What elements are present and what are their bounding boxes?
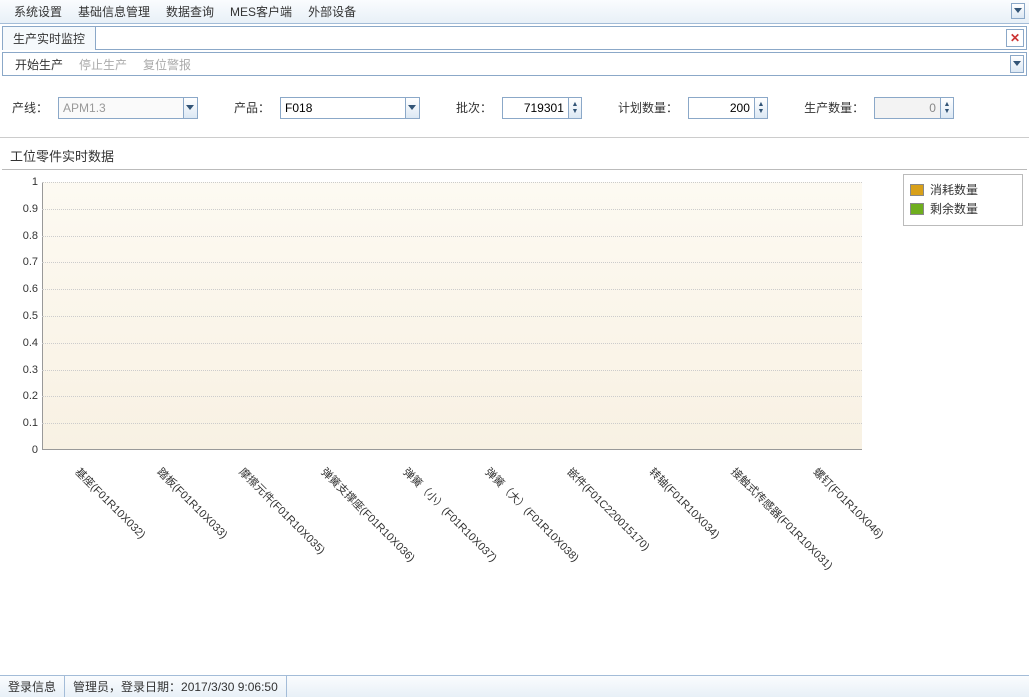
chart-title: 工位零件实时数据 — [2, 142, 1027, 170]
line-label: 产线： — [12, 99, 48, 116]
y-tick-label: 0 — [6, 444, 38, 456]
tab-close-button[interactable]: ✕ — [1006, 29, 1024, 47]
tab-bar: 生产实时监控 ✕ — [2, 26, 1027, 50]
y-tick-label: 0.4 — [6, 337, 38, 349]
y-tick-label: 0.5 — [6, 310, 38, 322]
stop-production-button: 停止生产 — [73, 54, 133, 75]
menubar: 系统设置 基础信息管理 数据查询 MES客户端 外部设备 — [0, 0, 1029, 24]
menu-mes[interactable]: MES客户端 — [222, 0, 300, 23]
swatch-icon — [910, 203, 924, 215]
plan-qty-label: 计划数量： — [618, 99, 678, 116]
status-bar: 登录信息 管理员，登录日期：2017/3/30 9:06:50 — [0, 675, 1029, 697]
reset-alarm-button: 复位警报 — [137, 54, 197, 75]
line-input — [59, 98, 183, 118]
y-tick-label: 0.3 — [6, 364, 38, 376]
legend-remaining-label: 剩余数量 — [930, 200, 978, 217]
spinner-icon[interactable]: ▲▼ — [754, 98, 767, 118]
filter-bar: 产线： 产品： 批次： ▲▼ 计划数量： ▲▼ 生产数量： ▲▼ — [0, 78, 1029, 138]
x-tick-label: 踏板(F01R10X033) — [154, 464, 232, 542]
toolbar-overflow-button[interactable] — [1010, 55, 1024, 73]
chart-panel: 工位零件实时数据 0 0.1 0.2 0.3 0.4 0.5 0.6 0.7 0.8 0.9 1 基… — [2, 142, 1027, 604]
menu-baseinfo[interactable]: 基础信息管理 — [70, 0, 158, 23]
legend-consumed: 消耗数量 — [910, 181, 1016, 198]
x-tick-label: 基座(F01R10X032) — [72, 464, 150, 542]
toolbar: 开始生产 停止生产 复位警报 — [2, 52, 1027, 76]
chart-x-labels: 基座(F01R10X032)踏板(F01R10X033)摩擦元件(F01R10X… — [6, 464, 866, 604]
chevron-down-icon[interactable] — [405, 98, 419, 118]
product-combo[interactable] — [280, 97, 420, 119]
prod-qty-input — [875, 98, 940, 118]
line-combo — [58, 97, 198, 119]
y-tick-label: 0.2 — [6, 390, 38, 402]
x-tick-label: 螺钉(F01R10X046) — [810, 464, 888, 542]
spinner-icon[interactable]: ▲▼ — [568, 98, 581, 118]
plan-qty-input[interactable] — [689, 98, 754, 118]
chart-plot: 0 0.1 0.2 0.3 0.4 0.5 0.6 0.7 0.8 0.9 1 — [6, 174, 866, 464]
x-tick-label: 嵌件(F01C220015170) — [564, 464, 654, 554]
prod-qty-label: 生产数量： — [804, 99, 864, 116]
start-production-button[interactable]: 开始生产 — [9, 54, 69, 75]
product-input[interactable] — [281, 98, 405, 118]
y-tick-label: 0.9 — [6, 203, 38, 215]
chart-legend: 消耗数量 剩余数量 — [903, 174, 1023, 226]
batch-label: 批次： — [456, 99, 492, 116]
y-tick-label: 1 — [6, 176, 38, 188]
batch-stepper[interactable]: ▲▼ — [502, 97, 582, 119]
menu-overflow-button[interactable] — [1011, 3, 1025, 19]
swatch-icon — [910, 184, 924, 196]
batch-input[interactable] — [503, 98, 568, 118]
plan-qty-stepper[interactable]: ▲▼ — [688, 97, 768, 119]
chevron-down-icon — [183, 98, 197, 118]
status-login-text: 管理员，登录日期：2017/3/30 9:06:50 — [65, 676, 287, 697]
menu-query[interactable]: 数据查询 — [158, 0, 222, 23]
prod-qty-stepper: ▲▼ — [874, 97, 954, 119]
tab-monitor[interactable]: 生产实时监控 — [3, 27, 96, 50]
x-tick-label: 摩擦元件(F01R10X035) — [236, 464, 329, 557]
y-tick-label: 0.1 — [6, 417, 38, 429]
menu-system[interactable]: 系统设置 — [6, 0, 70, 23]
product-label: 产品： — [234, 99, 270, 116]
spinner-icon: ▲▼ — [940, 98, 953, 118]
menu-external[interactable]: 外部设备 — [300, 0, 364, 23]
y-tick-label: 0.7 — [6, 256, 38, 268]
x-tick-label: 转轴(F01R10X034) — [646, 464, 724, 542]
legend-consumed-label: 消耗数量 — [930, 181, 978, 198]
y-tick-label: 0.6 — [6, 283, 38, 295]
y-tick-label: 0.8 — [6, 230, 38, 242]
status-login-label: 登录信息 — [0, 676, 65, 697]
legend-remaining: 剩余数量 — [910, 200, 1016, 217]
